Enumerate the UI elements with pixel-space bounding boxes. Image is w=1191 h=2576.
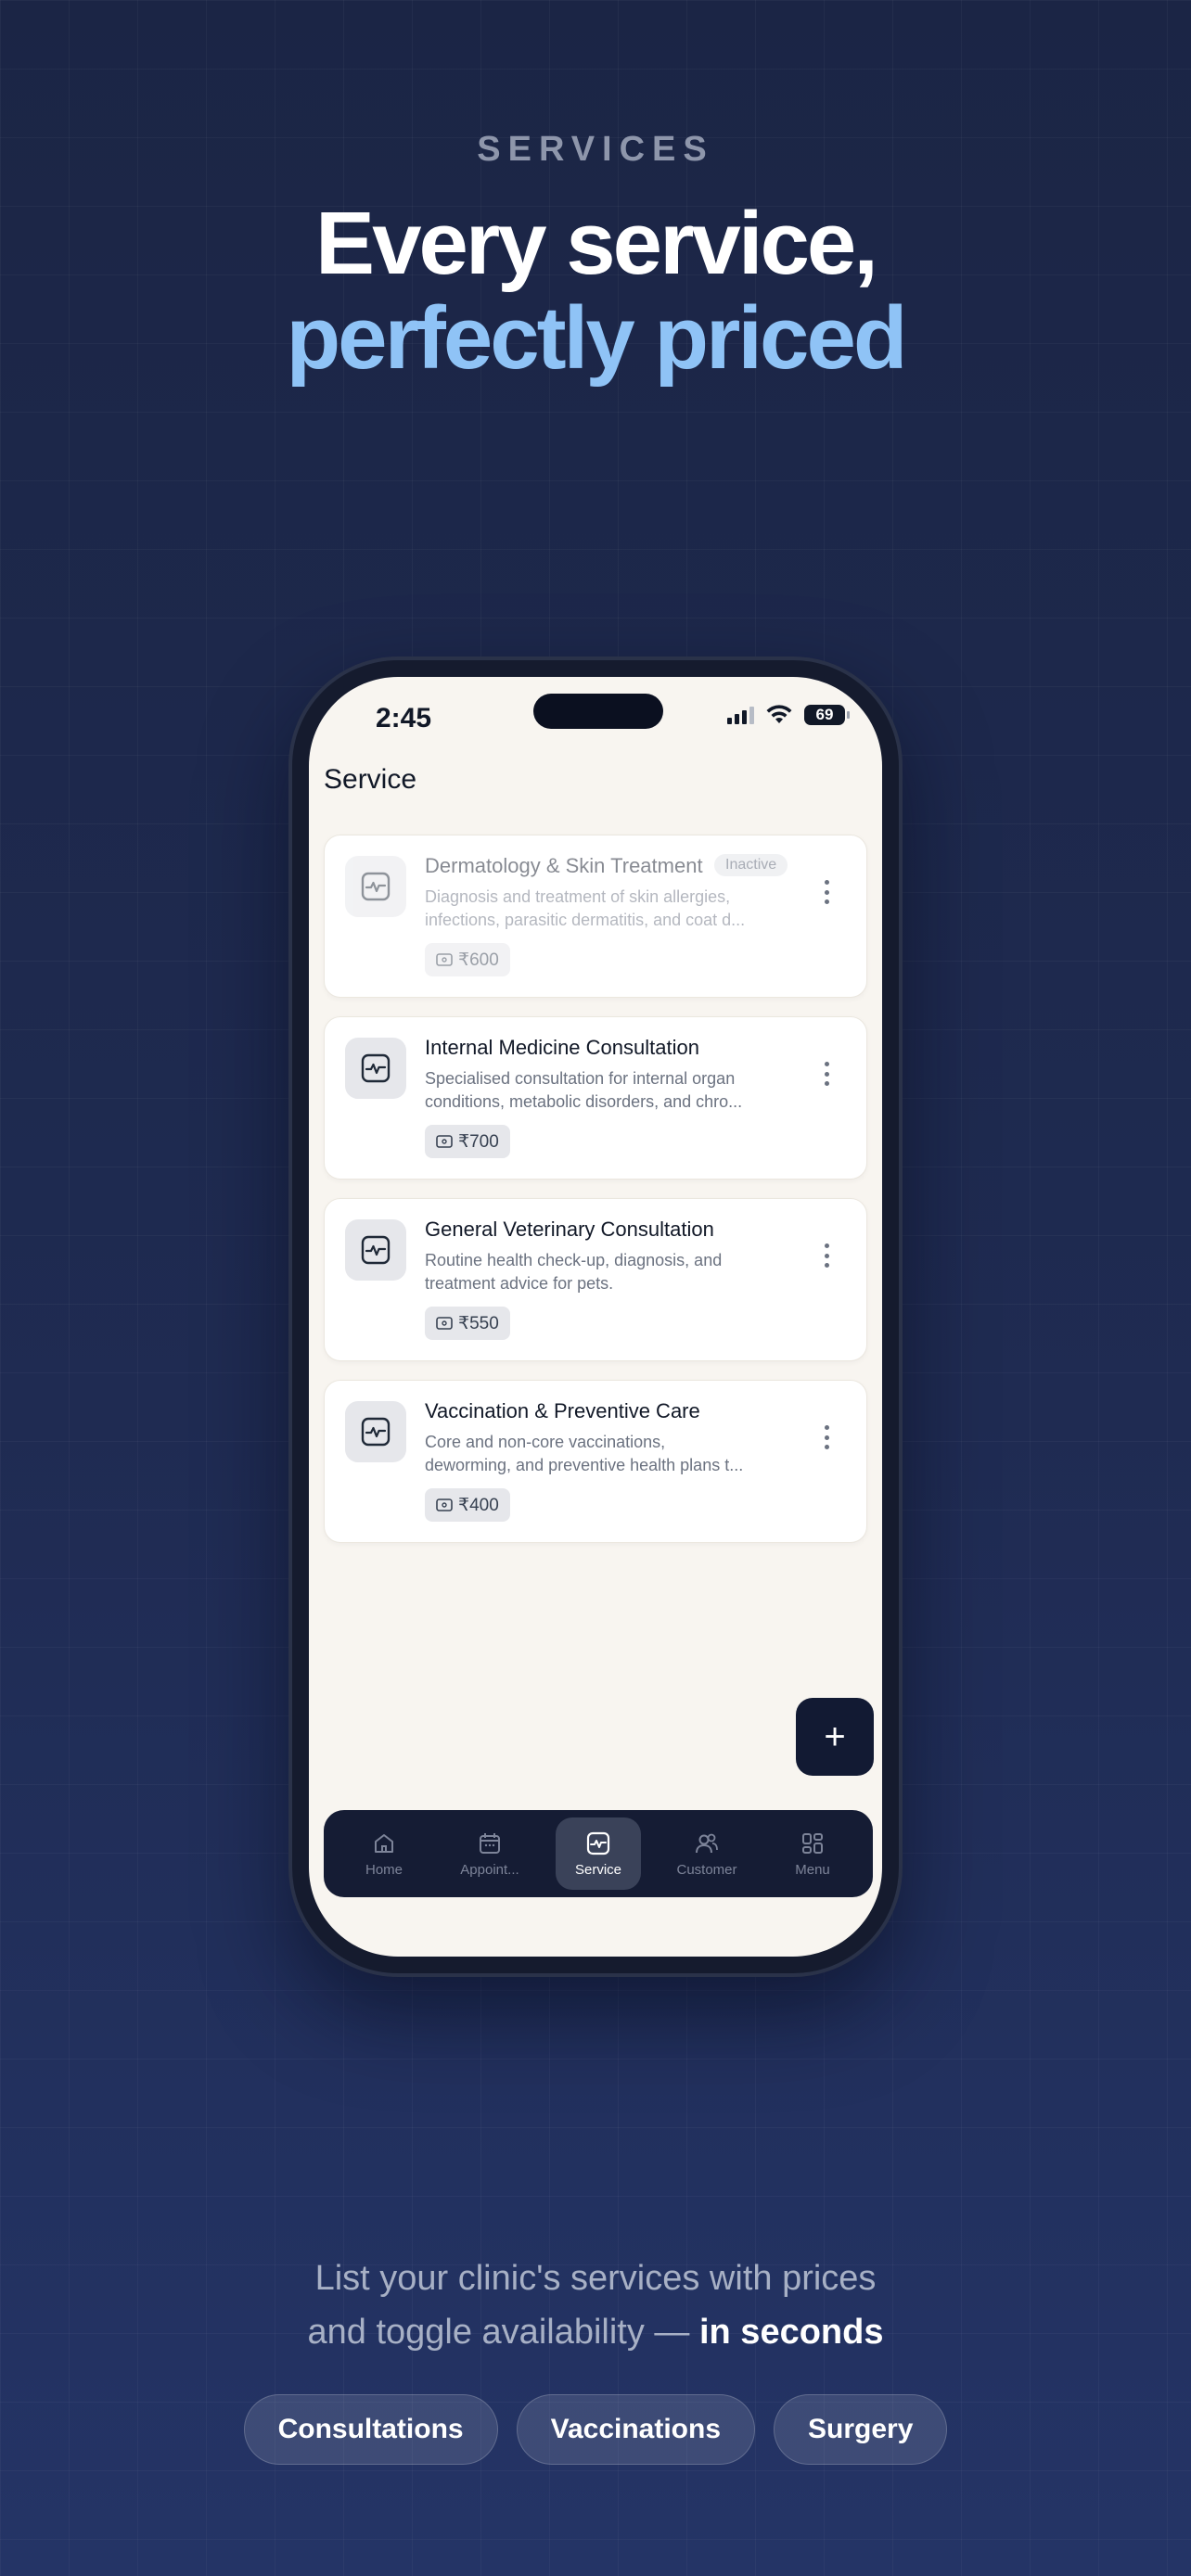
subtitle-line-2: and toggle availability — (307, 2313, 699, 2352)
headline-line-1: Every service, (315, 194, 878, 293)
service-description: Specialised consultation for internal or… (425, 1069, 743, 1111)
service-price: ₹550 (458, 1313, 499, 1333)
service-description: Routine health check-up, diagnosis, and t… (425, 1251, 723, 1293)
more-options-icon[interactable] (824, 1425, 829, 1449)
service-price: ₹600 (458, 950, 499, 970)
grid-icon (802, 1832, 823, 1854)
price-tag: ₹700 (425, 1125, 510, 1158)
chip-consultations: Consultations (243, 2394, 498, 2465)
service-heartbeat-icon (345, 1038, 406, 1099)
service-name: Internal Medicine Consultation (425, 1036, 699, 1059)
tab-menu[interactable]: Menu (760, 1817, 865, 1890)
service-price: ₹700 (458, 1131, 499, 1152)
subtitle: List your clinic's services with prices … (0, 2251, 1191, 2359)
heartbeat-icon (586, 1831, 610, 1855)
cellular-signal-icon (727, 706, 754, 724)
tab-appointments[interactable]: Appoint... (437, 1817, 543, 1890)
price-tag: ₹400 (425, 1488, 510, 1522)
price-tag: ₹600 (425, 943, 510, 976)
service-price: ₹400 (458, 1495, 499, 1515)
tab-label: Home (365, 1861, 403, 1878)
chip-vaccinations: Vaccinations (516, 2394, 756, 2465)
cash-icon (436, 1317, 453, 1330)
users-icon (696, 1833, 718, 1853)
more-options-icon[interactable] (824, 1062, 829, 1086)
calendar-icon (480, 1832, 500, 1854)
service-card[interactable]: Vaccination & Preventive Care Core and n… (324, 1380, 867, 1543)
service-description: Diagnosis and treatment of skin allergie… (425, 887, 746, 929)
headline-line-2: perfectly priced (286, 288, 908, 388)
service-heartbeat-icon (345, 1219, 406, 1281)
subtitle-line-1: List your clinic's services with prices (314, 2259, 877, 2298)
tab-home[interactable]: Home (331, 1817, 437, 1890)
more-options-icon[interactable] (824, 1243, 829, 1268)
service-name: Vaccination & Preventive Care (425, 1399, 700, 1422)
headline: Every service, perfectly priced (0, 197, 1191, 386)
eyebrow-label: SERVICES (477, 130, 714, 169)
phone-screen: 2:45 69 Service Dermatology & Skin Treat… (309, 677, 882, 1957)
cash-icon (436, 1498, 453, 1511)
tab-label: Menu (795, 1861, 830, 1878)
home-icon (375, 1833, 393, 1853)
service-card[interactable]: Internal Medicine Consultation Specialis… (324, 1016, 867, 1180)
status-time: 2:45 (376, 703, 432, 733)
page-title: Service (324, 764, 417, 795)
tab-customer[interactable]: Customer (654, 1817, 760, 1890)
more-options-icon[interactable] (824, 880, 829, 904)
cash-icon (436, 1135, 453, 1148)
tab-label: Appoint... (460, 1861, 519, 1878)
chip-surgery: Surgery (774, 2394, 948, 2465)
add-service-button[interactable]: + (796, 1698, 874, 1776)
wifi-icon (766, 705, 792, 723)
bottom-tab-bar: Home Appoint... Service Customer Menu (324, 1810, 873, 1897)
service-heartbeat-icon (345, 856, 406, 917)
service-name: General Veterinary Consultation (425, 1218, 714, 1241)
tab-service[interactable]: Service (556, 1817, 641, 1890)
service-list: Dermatology & Skin Treatment Inactive Di… (324, 835, 867, 1562)
service-card[interactable]: General Veterinary Consultation Routine … (324, 1198, 867, 1361)
dynamic-island (533, 694, 663, 729)
service-name: Dermatology & Skin Treatment (425, 854, 703, 877)
subtitle-emphasis: in seconds (698, 2313, 884, 2352)
phone-frame: 2:45 69 Service Dermatology & Skin Treat… (288, 657, 903, 1977)
cash-icon (436, 953, 453, 966)
battery-icon: 69 (804, 705, 850, 725)
service-card[interactable]: Dermatology & Skin Treatment Inactive Di… (324, 835, 867, 998)
service-description: Core and non-core vaccinations, deworming… (425, 1433, 744, 1474)
price-tag: ₹550 (425, 1307, 510, 1340)
tab-label: Customer (676, 1861, 737, 1878)
status-bar: 2:45 69 (309, 677, 882, 751)
status-badge: Inactive (714, 854, 788, 876)
service-heartbeat-icon (345, 1401, 406, 1462)
category-chips: Consultations Vaccinations Surgery (0, 2394, 1191, 2465)
tab-label: Service (574, 1861, 622, 1878)
